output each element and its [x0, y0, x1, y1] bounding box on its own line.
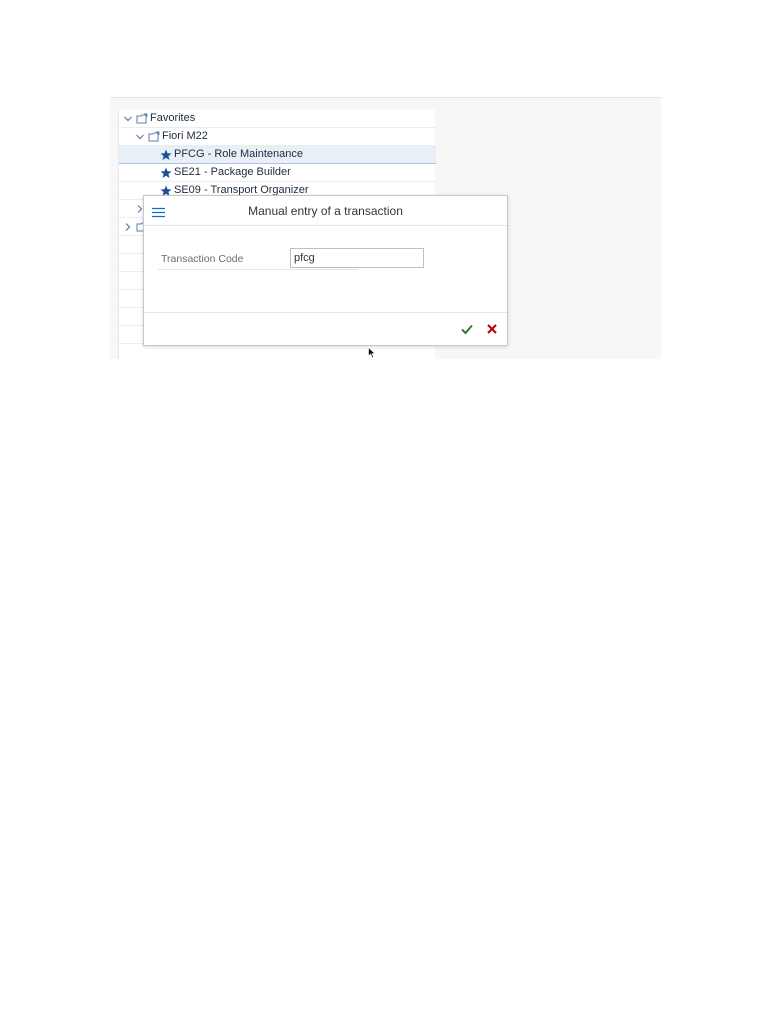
- manual-entry-dialog: Manual entry of a transaction Transactio…: [143, 195, 508, 346]
- dialog-title: Manual entry of a transaction: [248, 204, 403, 218]
- chevron-down-icon[interactable]: [123, 114, 133, 124]
- tree-node-label: Fiori M22: [162, 130, 208, 142]
- tree-node-label: Favorites: [150, 112, 196, 124]
- tree-node-label: PFCG - Role Maintenance: [174, 148, 303, 160]
- mouse-pointer-icon: [368, 346, 376, 359]
- confirm-check-button[interactable]: [460, 322, 474, 336]
- tree-node-fiori-m22[interactable]: Fiori M22: [119, 128, 436, 146]
- star-icon: [160, 167, 172, 179]
- chevron-right-icon[interactable]: [123, 222, 133, 232]
- tree-node-favorites[interactable]: Favorites: [119, 110, 436, 128]
- tree-empty-row: [119, 344, 436, 359]
- sap-gui-canvas: Favorites Fiori M22 PFCG - Role Maintena…: [110, 97, 661, 359]
- dialog-footer: [144, 312, 507, 345]
- chevron-down-icon[interactable]: [135, 132, 145, 142]
- transaction-code-input[interactable]: [290, 248, 424, 268]
- dialog-header: Manual entry of a transaction: [144, 196, 507, 226]
- star-icon: [160, 149, 172, 161]
- dialog-body: Transaction Code: [144, 227, 507, 313]
- tree-node-se21[interactable]: SE21 - Package Builder: [119, 164, 436, 182]
- tree-node-label: SE21 - Package Builder: [174, 166, 291, 178]
- cancel-x-button[interactable]: [485, 322, 499, 336]
- folder-icon: [136, 113, 148, 124]
- folder-icon: [148, 131, 160, 142]
- transaction-code-label: Transaction Code: [161, 253, 244, 265]
- field-divider: [158, 269, 358, 270]
- tree-node-pfcg[interactable]: PFCG - Role Maintenance: [119, 146, 436, 164]
